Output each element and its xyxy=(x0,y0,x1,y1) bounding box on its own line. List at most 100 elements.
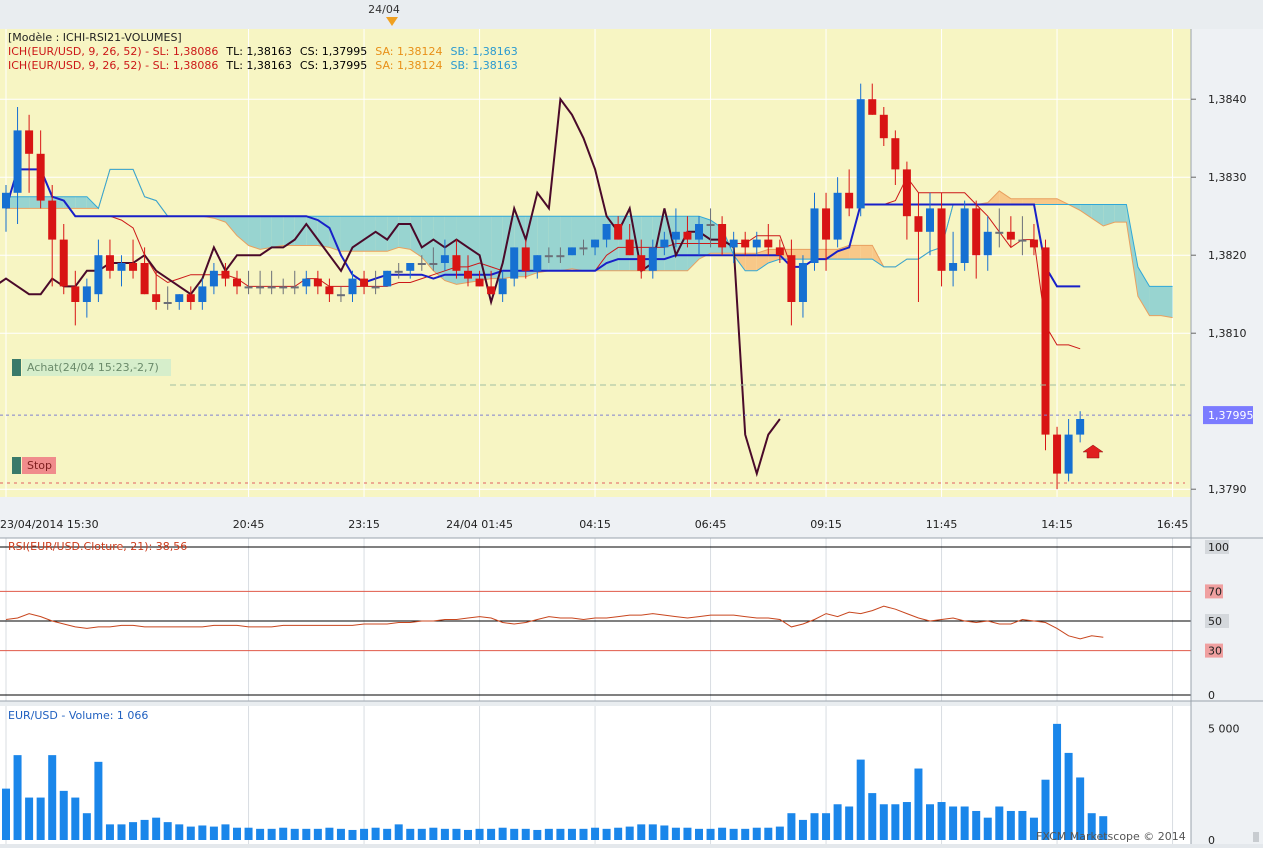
volume-bar xyxy=(129,822,138,840)
stop-order-label: Stop xyxy=(27,459,52,472)
rsi-tick-label: 30 xyxy=(1208,645,1222,658)
volume-bar xyxy=(452,828,461,840)
candle-body xyxy=(902,169,911,217)
candle-body xyxy=(937,208,946,271)
rsi-tick-label: 50 xyxy=(1208,615,1222,628)
buy-order-marker[interactable]: Achat(24/04 15:23,-2,7) xyxy=(12,359,171,376)
cloud-segment xyxy=(1161,286,1173,318)
candle-body xyxy=(336,294,345,297)
candle-body xyxy=(671,231,680,240)
candle-body xyxy=(637,255,646,271)
candle-body xyxy=(556,255,565,258)
candle-body xyxy=(48,200,57,240)
candle-body xyxy=(729,239,738,248)
volume-bar xyxy=(741,828,750,840)
volume-bar xyxy=(48,755,57,840)
price-tick-label: 1,3840 xyxy=(1208,93,1247,106)
candle-body xyxy=(521,247,530,271)
time-tick-label: 14:15 xyxy=(1041,518,1073,531)
candle-body xyxy=(13,130,22,193)
volume-tick-label: 0 xyxy=(1208,834,1215,844)
volume-bar xyxy=(683,827,692,840)
volume-bar xyxy=(845,806,854,840)
candle-body xyxy=(140,263,149,295)
volume-bar xyxy=(567,828,576,840)
volume-bar xyxy=(579,828,588,840)
cloud-segment xyxy=(248,216,261,250)
volume-bar xyxy=(591,827,600,840)
cloud-segment xyxy=(271,216,284,248)
candle-body xyxy=(602,224,611,240)
candle-body xyxy=(695,224,703,240)
candle-body xyxy=(348,278,357,295)
time-tick-label: 24/04 01:45 xyxy=(446,518,513,531)
volume-bar xyxy=(764,827,773,840)
volume-bar xyxy=(117,824,126,840)
stop-order-marker[interactable]: Stop xyxy=(12,457,56,474)
candle-body xyxy=(209,270,218,287)
time-tick-label: 23:15 xyxy=(348,518,380,531)
candle-body xyxy=(186,294,195,302)
candle-body xyxy=(487,286,496,295)
volume-bar xyxy=(972,810,981,840)
watermark: FXCM Marketscope © 2014 xyxy=(1036,830,1186,843)
volume-bar xyxy=(371,827,380,840)
volume-bar xyxy=(13,755,22,840)
last-price-tag: 1,37995 xyxy=(1203,406,1254,425)
cloud-segment xyxy=(17,196,30,209)
volume-bar xyxy=(625,826,634,840)
candle-body xyxy=(706,224,715,226)
volume-bar xyxy=(602,828,611,840)
volume-bar xyxy=(59,790,68,840)
volume-bar xyxy=(533,829,542,840)
candle-body xyxy=(625,239,634,256)
volume-bar xyxy=(868,793,877,840)
volume-bar xyxy=(775,826,784,840)
resize-grip[interactable] xyxy=(1253,832,1259,842)
candle-body xyxy=(833,192,842,240)
volume-bar xyxy=(394,824,403,840)
volume-bar xyxy=(787,813,796,840)
volume-bar xyxy=(302,828,311,840)
candle-body xyxy=(117,263,126,271)
trading-chart[interactable]: 1,3840 1,3830 1,3820 1,3810 1,3790 23/04/2014… xyxy=(0,0,1263,847)
candle-body xyxy=(683,231,692,240)
candle-body xyxy=(1006,231,1015,240)
rsi-title: RSI(EUR/USD.Cloture, 21): 38,56 xyxy=(8,540,187,553)
candle-body xyxy=(787,255,796,302)
candle-body xyxy=(163,302,172,304)
ichimoku-legend-1: ICH(EUR/USD, 9, 26, 52) - SL: 1,38086 TL:… xyxy=(8,45,518,58)
volume-bar xyxy=(983,817,992,840)
time-tick-label: 20:45 xyxy=(233,518,265,531)
volume-bar xyxy=(440,828,449,840)
buy-order-label: Achat(24/04 15:23,-2,7) xyxy=(27,361,159,374)
candle-body xyxy=(221,270,230,279)
candle-body xyxy=(464,270,472,279)
rsi-tick-label: 70 xyxy=(1208,585,1222,598)
candle-body xyxy=(983,231,992,256)
volume-bar xyxy=(163,822,172,840)
volume-bar xyxy=(949,806,958,840)
volume-bar xyxy=(810,813,819,840)
candle-body xyxy=(741,239,750,248)
candle-body xyxy=(926,208,934,232)
candle-body xyxy=(764,239,773,248)
volume-bar xyxy=(544,828,553,840)
candle-body xyxy=(2,192,10,209)
candle-body xyxy=(660,239,669,248)
candle-body xyxy=(544,255,553,258)
candle-body xyxy=(406,263,415,271)
candle-body xyxy=(360,278,369,287)
volume-bar xyxy=(671,827,680,840)
candle-body xyxy=(567,247,576,256)
volume-bar xyxy=(822,813,831,840)
candle-body xyxy=(71,286,80,302)
candle-body xyxy=(302,278,311,287)
volume-bar xyxy=(244,827,253,840)
volume-bar xyxy=(417,828,426,840)
volume-bar xyxy=(1064,752,1073,840)
candle-body xyxy=(614,224,623,240)
volume-bar xyxy=(336,828,345,840)
volume-bar xyxy=(233,827,241,840)
volume-bar xyxy=(648,824,657,840)
